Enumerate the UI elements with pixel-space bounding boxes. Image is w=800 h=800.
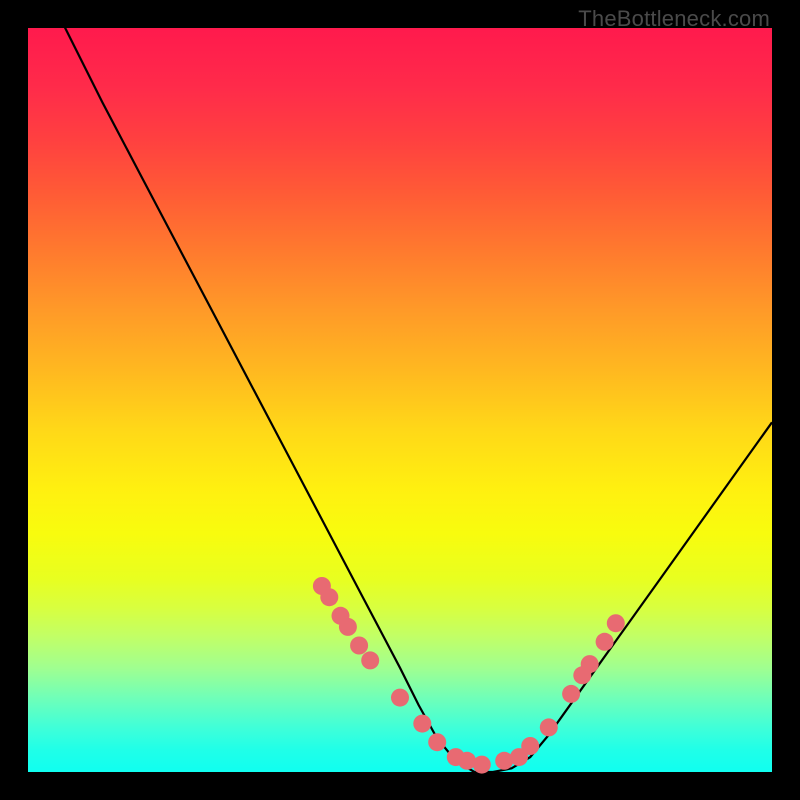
data-marker	[521, 737, 539, 755]
data-marker	[473, 756, 491, 774]
data-marker	[339, 618, 357, 636]
data-marker	[607, 614, 625, 632]
data-marker	[540, 718, 558, 736]
data-marker	[391, 689, 409, 707]
chart-svg	[28, 28, 772, 772]
data-marker	[581, 655, 599, 673]
data-marker	[350, 637, 368, 655]
data-marker	[428, 733, 446, 751]
marker-group	[313, 577, 625, 774]
data-marker	[413, 715, 431, 733]
data-marker	[361, 651, 379, 669]
data-marker	[562, 685, 580, 703]
data-marker	[320, 588, 338, 606]
data-marker	[596, 633, 614, 651]
bottleneck-curve	[28, 0, 772, 772]
